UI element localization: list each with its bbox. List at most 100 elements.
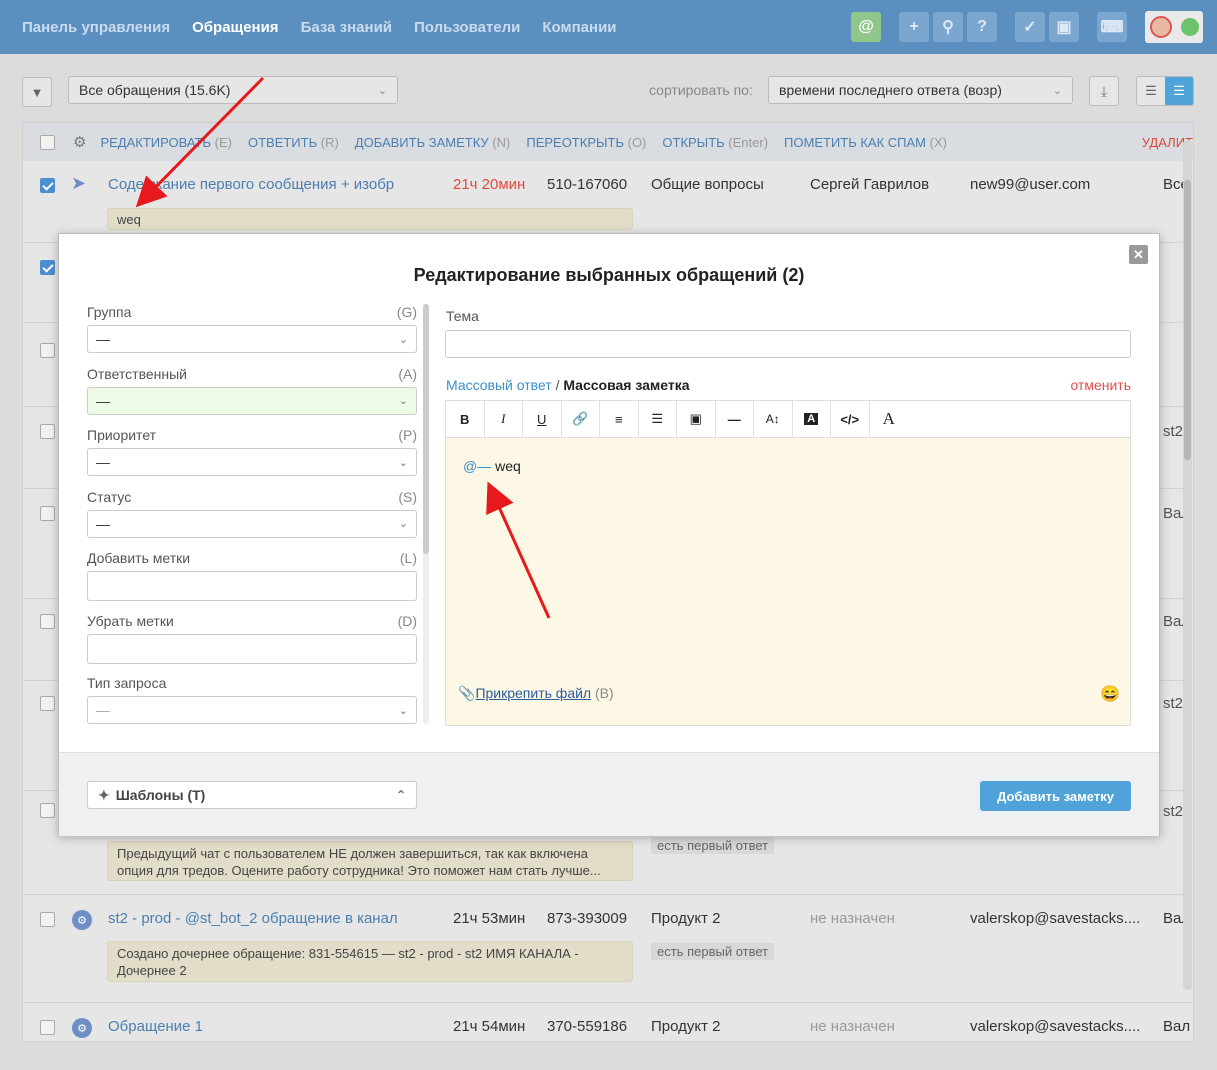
- row-checkbox[interactable]: [40, 260, 55, 275]
- status-badge: есть первый ответ: [651, 837, 775, 854]
- list-scrollbar[interactable]: [1183, 140, 1192, 990]
- mention-icon[interactable]: @: [851, 12, 881, 42]
- text-color-icon[interactable]: A: [793, 401, 831, 437]
- add-note-button[interactable]: Добавить заметку: [980, 781, 1131, 811]
- download-icon[interactable]: ⤓: [1089, 76, 1119, 106]
- row-checkbox[interactable]: [40, 614, 55, 629]
- link-icon[interactable]: 🔗: [562, 401, 600, 437]
- nav-tickets[interactable]: Обращения: [192, 19, 278, 36]
- ordered-list-icon[interactable]: ≡: [600, 401, 639, 437]
- ticket-subject[interactable]: Обращение 1: [108, 1018, 203, 1035]
- nav-users[interactable]: Пользователи: [414, 19, 520, 36]
- scrollbar-thumb[interactable]: [1184, 180, 1191, 460]
- ticket-time: 21ч 53мин: [453, 910, 526, 927]
- compact-view-icon[interactable]: ☰: [1137, 77, 1165, 105]
- chevron-down-icon: ⌄: [398, 456, 408, 469]
- ticket-subject[interactable]: st2 - prod - @st_bot_2 обращение в канал: [108, 910, 398, 927]
- field-label: Приоритет: [87, 427, 157, 443]
- code-icon[interactable]: </>: [831, 401, 870, 437]
- table-row[interactable]: ⚙ Обращение 1 21ч 54мин 370-559186 Проду…: [23, 1003, 1193, 1041]
- italic-icon[interactable]: I: [485, 401, 523, 437]
- ticket-id: 510-167060: [547, 176, 628, 193]
- emoji-icon[interactable]: 😄: [1100, 684, 1120, 704]
- status-select[interactable]: — ⌄: [87, 509, 417, 538]
- templates-select[interactable]: ✦ Шаблоны (T) ⌃: [87, 781, 417, 809]
- sort-select-value: времени последнего ответа (возр): [779, 82, 1002, 98]
- cancel-link[interactable]: отменить: [1070, 377, 1131, 393]
- bullet-list-icon[interactable]: ☰: [639, 401, 677, 437]
- row-checkbox[interactable]: [40, 506, 55, 521]
- keyboard-icon[interactable]: ⌨: [1097, 12, 1127, 42]
- table-row[interactable]: ➤ Содержание первого сообщения + изобр 2…: [23, 161, 1193, 243]
- add-tags-input[interactable]: [87, 571, 417, 601]
- ticket-email: valerskop@savestacks....: [970, 1018, 1141, 1035]
- chevron-down-icon: ⌄: [377, 84, 387, 97]
- close-icon[interactable]: ✕: [1129, 245, 1148, 264]
- bot-icon: ⚙: [72, 910, 92, 930]
- field-key: (D): [397, 613, 417, 629]
- filter-icon[interactable]: ▼: [22, 77, 52, 107]
- table-row[interactable]: ⚙ st2 - prod - @st_bot_2 обращение в кан…: [23, 895, 1193, 1003]
- nav-knowledge-base[interactable]: База знаний: [301, 19, 392, 36]
- editor-body[interactable]: @— weq 📎Прикрепить файл (B) 😄: [446, 438, 1130, 725]
- mention-tag[interactable]: @—: [463, 458, 491, 474]
- field-value: —: [96, 702, 110, 718]
- fields-scrollbar[interactable]: [423, 304, 429, 724]
- row-checkbox[interactable]: [40, 803, 55, 818]
- top-navigation: Панель управления Обращения База знаний …: [0, 0, 1217, 54]
- mass-reply-tab[interactable]: Массовый ответ: [446, 377, 552, 393]
- user-menu[interactable]: [1145, 11, 1203, 43]
- select-all-checkbox[interactable]: [40, 134, 55, 150]
- bold-icon[interactable]: B: [446, 401, 485, 437]
- spam-action[interactable]: ПОМЕТИТЬ КАК СПАМ (X): [784, 135, 947, 150]
- request-type-select[interactable]: — ⌄: [87, 696, 417, 724]
- nav-companies[interactable]: Компании: [542, 19, 616, 36]
- add-note-action[interactable]: ДОБАВИТЬ ЗАМЕТКУ (N): [355, 135, 511, 150]
- font-size-icon[interactable]: A↕: [754, 401, 793, 437]
- horizontal-rule-icon[interactable]: —: [716, 401, 754, 437]
- scrollbar-thumb[interactable]: [423, 304, 429, 554]
- plus-icon[interactable]: +: [899, 12, 929, 42]
- magic-wand-icon: ✦: [98, 786, 110, 803]
- ticket-email: valerskop@savestacks....: [970, 910, 1141, 927]
- priority-select[interactable]: — ⌄: [87, 448, 417, 476]
- search-icon[interactable]: ⚲: [933, 12, 963, 42]
- templates-label: Шаблоны (T): [115, 786, 206, 803]
- row-checkbox[interactable]: [40, 696, 55, 711]
- underline-icon[interactable]: U: [523, 401, 562, 437]
- view-select[interactable]: Все обращения (15.6K) ⌄: [68, 76, 398, 104]
- attach-file[interactable]: 📎Прикрепить файл (B): [458, 685, 614, 702]
- field-label: Ответственный: [87, 365, 187, 382]
- edit-action[interactable]: РЕДАКТИРОВАТЬ (E): [100, 135, 232, 150]
- clear-format-icon[interactable]: A: [870, 401, 909, 437]
- check-circle-icon[interactable]: ✓: [1015, 12, 1045, 42]
- ticket-assignee: не назначен: [810, 1018, 895, 1035]
- briefcase-icon[interactable]: ▣: [1049, 12, 1079, 42]
- attach-file-key: (B): [595, 685, 614, 701]
- ticket-extra: st2: [1163, 695, 1184, 712]
- reply-action[interactable]: ОТВЕТИТЬ (R): [248, 135, 339, 150]
- reopen-action[interactable]: ПЕРЕОТКРЫТЬ (O): [526, 135, 646, 150]
- field-label: Убрать метки: [87, 613, 174, 629]
- row-checkbox[interactable]: [40, 178, 55, 193]
- row-checkbox[interactable]: [40, 424, 55, 439]
- row-checkbox[interactable]: [40, 912, 55, 927]
- nav-dashboard[interactable]: Панель управления: [22, 19, 170, 36]
- mass-note-tab[interactable]: Массовая заметка: [563, 377, 689, 393]
- sort-select[interactable]: времени последнего ответа (возр) ⌄: [768, 76, 1073, 104]
- row-checkbox[interactable]: [40, 1020, 55, 1035]
- expanded-view-icon[interactable]: ☰: [1165, 77, 1193, 105]
- open-action[interactable]: ОТКРЫТЬ (Enter): [662, 135, 768, 150]
- row-checkbox[interactable]: [40, 343, 55, 358]
- subject-input[interactable]: [445, 330, 1131, 358]
- ticket-subject[interactable]: Содержание первого сообщения + изобр: [108, 176, 394, 193]
- bulk-edit-modal: ✕ Редактирование выбранных обращений (2)…: [58, 233, 1160, 836]
- group-select[interactable]: — ⌄: [87, 325, 417, 353]
- gear-icon[interactable]: ⚙: [73, 133, 86, 151]
- remove-tags-input[interactable]: [87, 634, 417, 664]
- view-toggle: ☰ ☰: [1136, 76, 1194, 106]
- assignee-select[interactable]: — ⌄: [87, 386, 417, 415]
- image-icon[interactable]: ▣: [677, 401, 716, 437]
- help-icon[interactable]: ?: [967, 12, 997, 42]
- attach-file-link[interactable]: Прикрепить файл: [475, 685, 591, 701]
